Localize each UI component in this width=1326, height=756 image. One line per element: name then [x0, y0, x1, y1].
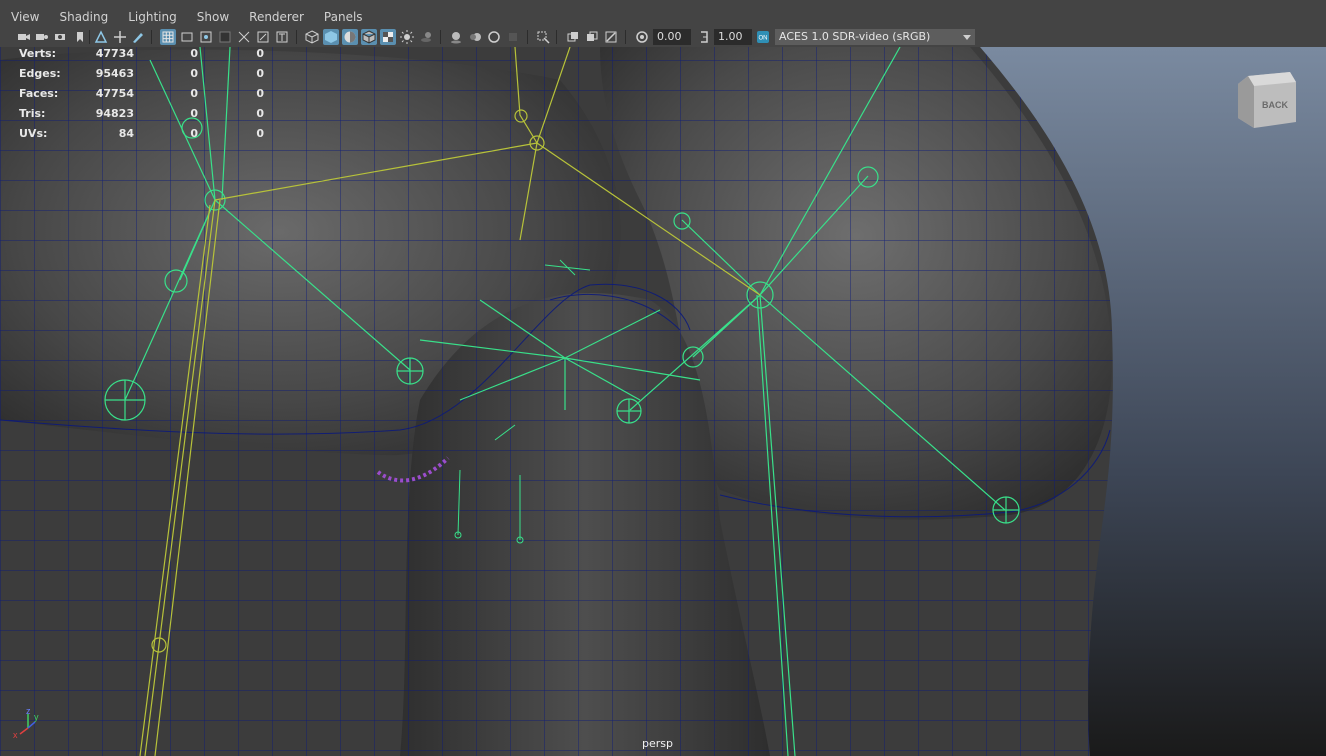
menu-lighting[interactable]: Lighting [117, 8, 186, 27]
menu-view[interactable]: View [0, 8, 48, 27]
grid-icon[interactable] [160, 29, 176, 45]
3d-viewport[interactable] [0, 47, 1326, 756]
anti-aliasing-icon[interactable] [486, 29, 502, 45]
lighting-icon[interactable] [399, 29, 415, 45]
poly-count-hud: Verts: 47734 0 0 Edges: 95463 0 0 Faces: 47754 0… [0, 47, 280, 147]
bookmark-icon[interactable] [72, 29, 88, 45]
smooth-shade-icon[interactable] [323, 29, 339, 45]
wireframe-icon[interactable] [304, 29, 320, 45]
panel-menubar: View Shading Lighting Show Renderer Pane… [0, 8, 1326, 27]
panel-toolbar: 0.00 1.00 ON ACES 1.0 SDR-video (sRGB) [0, 27, 1326, 48]
textured-icon[interactable] [380, 29, 396, 45]
hud-row-uvs: UVs: 84 0 0 [19, 127, 264, 140]
color-management-icon[interactable]: ON [755, 29, 771, 45]
svg-text:y: y [34, 712, 39, 722]
grease-pencil-icon[interactable] [130, 29, 146, 45]
exposure-field[interactable]: 0.00 [653, 29, 691, 45]
camera-name-label: persp [642, 737, 673, 750]
gamma-field[interactable]: 1.00 [714, 29, 752, 45]
camera-icon[interactable] [16, 29, 32, 45]
default-material-icon[interactable] [342, 29, 358, 45]
shadows-icon[interactable] [418, 29, 434, 45]
svg-text:ON: ON [759, 36, 768, 42]
field-chart-icon[interactable] [236, 29, 252, 45]
safe-action-icon[interactable] [255, 29, 271, 45]
xray-active-components-icon[interactable] [584, 29, 600, 45]
window-top-strip [0, 0, 1326, 8]
film-gate-icon[interactable] [179, 29, 195, 45]
safe-title-icon[interactable] [274, 29, 290, 45]
hud-row-edges: Edges: 95463 0 0 [19, 67, 264, 80]
svg-text:z: z [26, 706, 31, 716]
2d-pan-zoom-icon[interactable] [112, 29, 128, 45]
hud-row-faces: Faces: 47754 0 0 [19, 87, 264, 100]
chevron-down-icon[interactable] [958, 29, 976, 45]
xray-icon[interactable] [565, 29, 581, 45]
motion-blur-icon[interactable] [467, 29, 483, 45]
menu-renderer[interactable]: Renderer [238, 8, 313, 27]
depth-of-field-icon[interactable] [505, 29, 521, 45]
axis-gizmo: x y z [8, 706, 48, 746]
xray-joints-icon[interactable] [603, 29, 619, 45]
exposure-icon[interactable] [634, 29, 650, 45]
gate-mask-icon[interactable] [217, 29, 233, 45]
svg-text:x: x [13, 730, 18, 740]
resolution-gate-icon[interactable] [198, 29, 214, 45]
camera-attributes-icon[interactable] [53, 29, 69, 45]
menu-panels[interactable]: Panels [313, 8, 372, 27]
wireframe-on-shaded-icon[interactable] [361, 29, 377, 45]
viewport-scene [0, 47, 1326, 756]
hud-row-tris: Tris: 94823 0 0 [19, 107, 264, 120]
view-transform-dropdown[interactable]: ACES 1.0 SDR-video (sRGB) [775, 29, 975, 45]
view-cube[interactable]: BACK [1234, 68, 1300, 134]
menu-shading[interactable]: Shading [48, 8, 117, 27]
gamma-icon[interactable] [696, 29, 712, 45]
menu-show[interactable]: Show [186, 8, 238, 27]
isolate-select-icon[interactable] [535, 29, 551, 45]
select-camera-icon[interactable] [34, 29, 50, 45]
view-cube-label: BACK [1262, 100, 1288, 110]
image-plane-icon[interactable] [93, 29, 109, 45]
screen-space-ao-icon[interactable] [448, 29, 464, 45]
hud-row-verts: Verts: 47734 0 0 [19, 47, 264, 60]
